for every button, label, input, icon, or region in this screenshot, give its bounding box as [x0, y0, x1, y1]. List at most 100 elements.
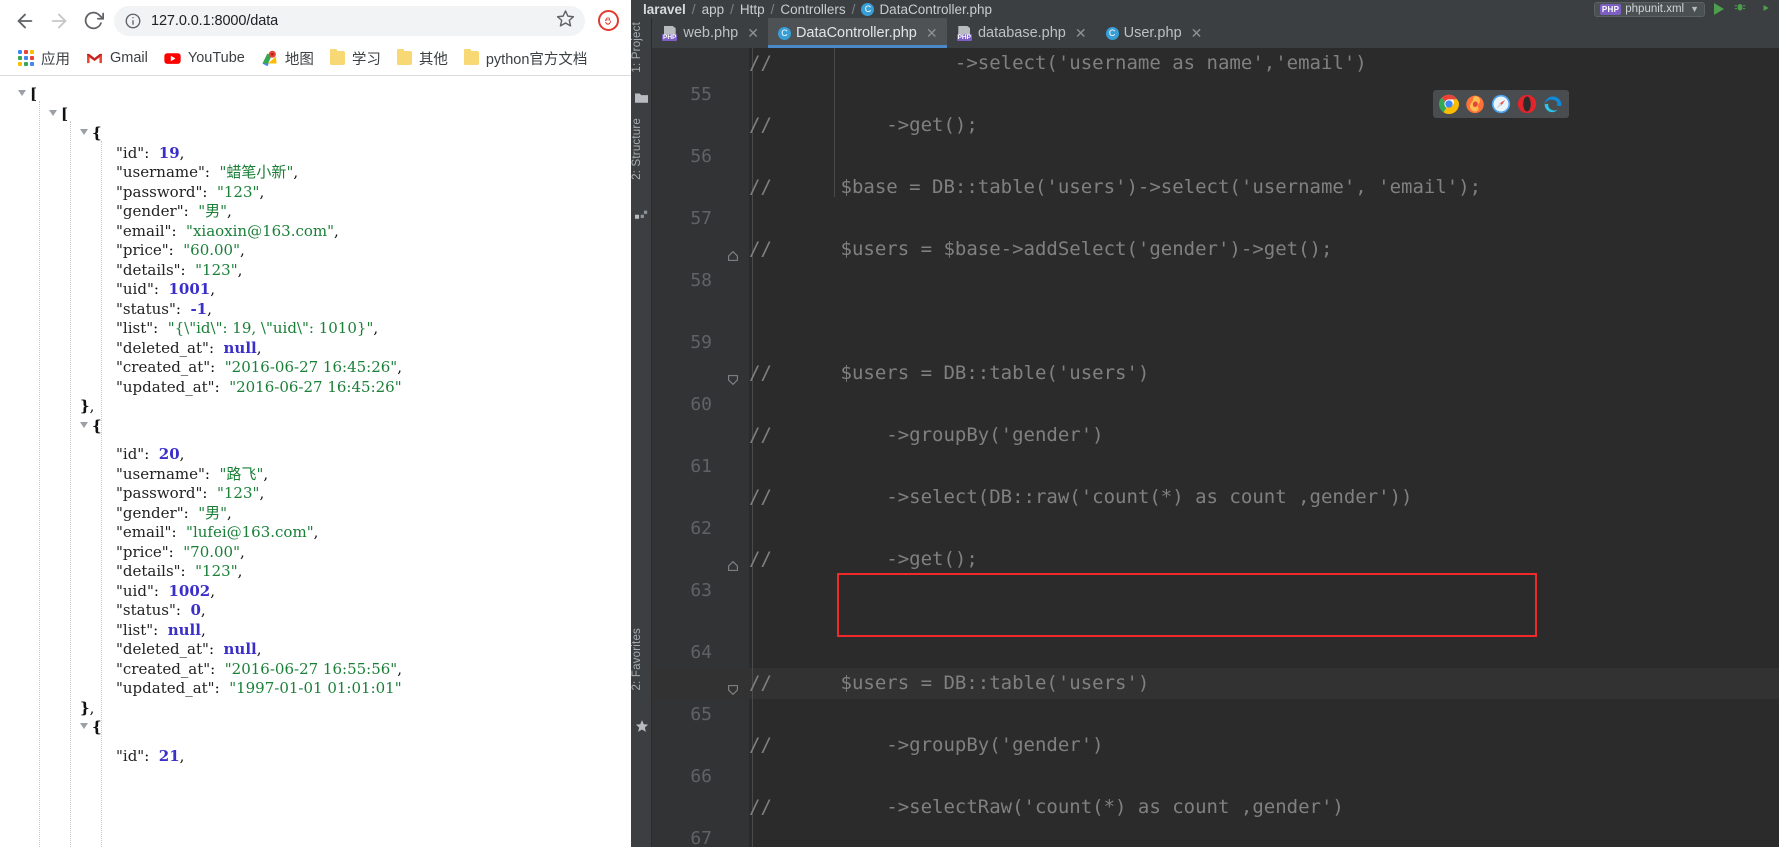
tool-window-project[interactable]: 1: Project	[631, 22, 652, 73]
code-fold-icon[interactable]	[726, 366, 741, 386]
collapse-triangle-icon[interactable]	[80, 127, 89, 136]
breadcrumb-separator: /	[691, 1, 696, 17]
bookmark-youtube[interactable]: YouTube	[156, 47, 253, 70]
opera-icon[interactable]	[1517, 94, 1537, 114]
line-number: 55	[690, 84, 712, 105]
line-number: 57	[690, 208, 712, 229]
breadcrumb-item-controllers[interactable]: Controllers	[780, 2, 845, 17]
back-button[interactable]	[8, 4, 42, 38]
code-fold-icon[interactable]	[726, 552, 741, 571]
maps-icon	[262, 50, 277, 66]
structure-icon[interactable]	[635, 204, 648, 219]
json-field-password: "password": "123",	[116, 484, 265, 502]
breadcrumb-item-app[interactable]: app	[702, 2, 725, 17]
bookmark-label: python官方文档	[485, 51, 588, 68]
tab-close-icon[interactable]: ✕	[926, 25, 938, 42]
breadcrumb-item-project[interactable]: laravel	[643, 2, 686, 17]
tab-datacontroller-php[interactable]: C DataController.php ✕	[767, 18, 947, 48]
tab-close-icon[interactable]: ✕	[747, 25, 759, 42]
url-text: 127.0.0.1:8000/data	[151, 12, 279, 29]
json-field-price: "price": "70.00",	[116, 542, 245, 561]
run-configuration-selector[interactable]: PHP phpunit.xml ▼	[1593, 1, 1705, 17]
json-field-email: "email": "xiaoxin@163.com",	[116, 221, 339, 240]
code-fold-icon[interactable]	[726, 676, 741, 696]
bookmark-apps[interactable]: 应用	[10, 45, 78, 72]
json-field-username: "username": "路飞",	[116, 464, 269, 483]
bookmark-maps[interactable]: 地图	[253, 45, 322, 72]
extension-stop-icon[interactable]	[593, 6, 623, 36]
code-line: // $base = DB::table('users')->select('u…	[749, 176, 1482, 198]
code-editor[interactable]: 55 // ->select('username as name','email…	[652, 48, 1779, 847]
bookmark-label: 应用	[41, 51, 70, 68]
json-field-gender: "gender": "男",	[116, 503, 232, 522]
breadcrumb-separator: /	[770, 1, 775, 17]
code-line: // ->select(DB::raw('count(*) as count ,…	[749, 486, 1413, 508]
json-field-uid: "uid": 1002,	[116, 581, 215, 600]
address-bar[interactable]: 127.0.0.1:8000/data	[114, 5, 585, 36]
json-field-created-at: "created_at": "2016-06-27 16:55:56",	[116, 659, 402, 678]
bookmark-folder-study[interactable]: 学习	[322, 45, 389, 72]
json-field-username: "username": "蜡笔小新",	[116, 163, 299, 181]
bookmark-gmail[interactable]: Gmail	[78, 47, 156, 70]
site-info-icon[interactable]	[124, 12, 142, 30]
open-in-browser-popup[interactable]	[1433, 90, 1569, 118]
breadcrumb-item-file[interactable]: DataController.php	[879, 2, 992, 17]
edge-icon[interactable]	[1543, 94, 1563, 114]
tab-user-php[interactable]: C User.php ✕	[1096, 18, 1212, 48]
bookmark-label: 其他	[418, 51, 448, 68]
firefox-icon[interactable]	[1465, 94, 1485, 114]
line-number: 58	[690, 270, 712, 291]
collapse-triangle-icon[interactable]	[49, 108, 58, 117]
bookmark-label: YouTube	[187, 50, 245, 66]
collapse-triangle-icon[interactable]	[80, 721, 89, 730]
tab-close-icon[interactable]: ✕	[1191, 25, 1203, 42]
tab-close-icon[interactable]: ✕	[1075, 25, 1087, 42]
code-line: // $users = DB::table('users')	[749, 672, 1150, 694]
tab-database-php[interactable]: PHP database.php ✕	[947, 18, 1096, 48]
bookmark-star-icon[interactable]	[556, 9, 575, 33]
json-field-id: "id": 19,	[116, 143, 185, 162]
forward-button[interactable]	[42, 4, 76, 38]
tool-window-structure[interactable]: 2: Structure	[631, 118, 652, 180]
favorites-star-icon[interactable]	[635, 718, 649, 732]
line-number: 62	[690, 518, 712, 539]
project-folder-icon[interactable]	[635, 88, 648, 103]
folder-icon	[396, 48, 412, 65]
json-line: {	[0, 718, 631, 738]
apps-grid-icon	[18, 50, 34, 66]
collapse-triangle-icon[interactable]	[80, 420, 89, 429]
line-number: 63	[690, 580, 712, 601]
chevron-down-icon[interactable]: ▼	[1690, 4, 1699, 14]
line-number: 56	[690, 146, 712, 167]
json-field-email: "email": "lufei@163.com",	[116, 523, 319, 541]
bookmark-folder-other[interactable]: 其他	[389, 45, 456, 72]
json-field-uid: "uid": 1001,	[116, 280, 215, 298]
code-line: // $users = $base->addSelect('gender')->…	[749, 238, 1333, 260]
tab-label: database.php	[977, 25, 1066, 41]
breadcrumb-item-http[interactable]: Http	[740, 2, 765, 17]
reload-button[interactable]	[76, 4, 110, 38]
safari-icon[interactable]	[1491, 94, 1511, 114]
run-icon[interactable]	[1714, 3, 1724, 15]
line-number: 60	[690, 394, 712, 415]
json-line: },	[80, 397, 95, 415]
json-field-deleted-at: "deleted_at": null,	[116, 640, 262, 658]
line-number: 61	[690, 456, 712, 477]
tool-window-favorites[interactable]: 2: Favorites	[631, 628, 652, 690]
chrome-icon[interactable]	[1439, 94, 1459, 114]
php-file-icon: PHP	[1599, 3, 1622, 15]
json-line: {	[0, 417, 631, 437]
debug-icon[interactable]	[1733, 0, 1747, 18]
json-field-updated-at: "updated_at": "1997-01-01 01:01:01"	[116, 679, 402, 697]
tool-window-strip: 1: Project 2: Structure 2: Favorites	[631, 18, 652, 847]
collapse-triangle-icon[interactable]	[18, 88, 27, 97]
run-configuration-name: phpunit.xml	[1625, 3, 1685, 15]
json-field-id: "id": 21,	[116, 746, 185, 765]
tab-label: web.php	[683, 25, 739, 41]
folder-icon	[329, 48, 345, 65]
code-fold-icon[interactable]	[726, 242, 741, 261]
bookmark-folder-python-docs[interactable]: python官方文档	[456, 45, 596, 72]
coverage-icon[interactable]	[1756, 0, 1771, 19]
code-line: // ->groupBy('gender')	[749, 424, 1104, 446]
tab-web-php[interactable]: PHP web.php ✕	[652, 18, 768, 48]
